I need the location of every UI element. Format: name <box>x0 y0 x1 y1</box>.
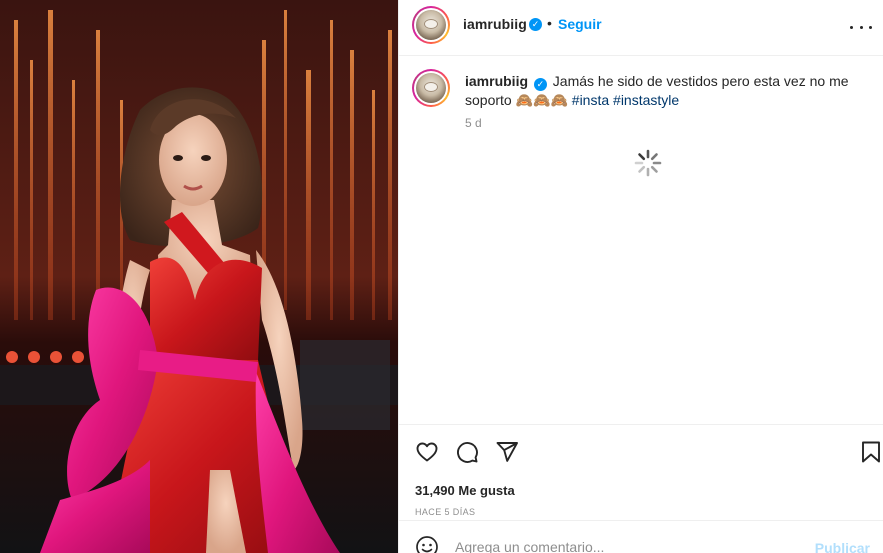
post-photo[interactable] <box>0 0 398 553</box>
bookmark-icon[interactable] <box>860 440 882 464</box>
author-username[interactable]: iamrubiig <box>463 16 527 32</box>
post-header: iamrubiig ✓ • Seguir <box>399 0 883 56</box>
share-icon[interactable] <box>495 440 519 464</box>
more-options-icon[interactable] <box>850 16 872 38</box>
emoji-icon[interactable] <box>415 535 439 553</box>
post-actions: 31,490 Me gusta HACE 5 DÍAS <box>399 424 883 520</box>
post-timestamp: HACE 5 DÍAS <box>415 507 476 517</box>
instagram-post-view: iamrubiig ✓ • Seguir iamrubiig ✓ Jamás h… <box>0 0 883 553</box>
comment-input[interactable] <box>455 536 795 553</box>
loading-spinner-icon <box>634 149 662 177</box>
header-separator: • <box>547 15 552 31</box>
comment-row: Publicar <box>399 520 883 553</box>
caption-username[interactable]: iamrubiig <box>465 73 528 89</box>
hashtag-instastyle[interactable]: #instastyle <box>613 92 679 108</box>
post-detail-panel: iamrubiig ✓ • Seguir iamrubiig ✓ Jamás h… <box>398 0 883 553</box>
caption-age: 5 d <box>465 116 482 130</box>
comment-icon[interactable] <box>455 440 479 464</box>
author-avatar[interactable] <box>412 6 450 44</box>
verified-badge-icon: ✓ <box>533 78 547 91</box>
hashtag-insta[interactable]: #insta <box>572 92 609 108</box>
likes-count[interactable]: 31,490 Me gusta <box>415 483 515 498</box>
post-photo-image <box>0 0 398 553</box>
post-caption: iamrubiig ✓ Jamás he sido de vestidos pe… <box>465 72 865 110</box>
caption-avatar[interactable] <box>412 69 450 107</box>
heart-icon[interactable] <box>415 440 439 464</box>
verified-badge-icon: ✓ <box>529 18 542 31</box>
follow-button[interactable]: Seguir <box>558 16 602 32</box>
publish-button[interactable]: Publicar <box>815 540 870 553</box>
